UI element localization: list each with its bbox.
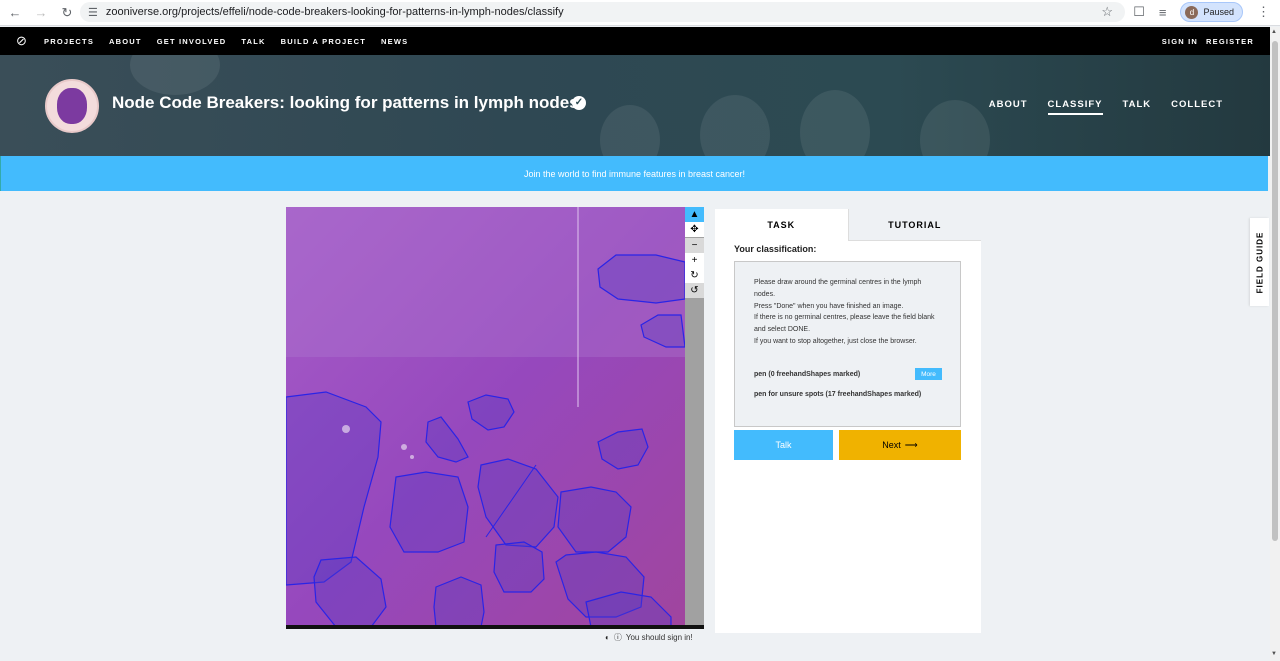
nav-about[interactable]: ABOUT <box>109 37 142 46</box>
task-panel: TASK TUTORIAL Your classification: Pleas… <box>715 209 981 633</box>
site-info-icon[interactable]: ☰ <box>88 6 98 19</box>
move-icon[interactable]: ✥ <box>685 222 704 237</box>
next-label: Next <box>882 440 901 450</box>
profile-avatar: d <box>1185 5 1199 19</box>
project-nav-talk[interactable]: TALK <box>1123 99 1152 115</box>
header-decoration <box>700 95 770 156</box>
header-decoration <box>920 100 990 156</box>
instruction-line: If there is no germinal centres, please … <box>754 314 935 334</box>
header-decoration <box>600 105 660 156</box>
viewer-footer-bar <box>286 625 704 629</box>
project-nav-about[interactable]: ABOUT <box>989 99 1028 115</box>
field-guide-label: FIELD GUIDE <box>1255 231 1265 293</box>
task-tabs: TASK TUTORIAL <box>715 209 981 241</box>
browser-menu-icon[interactable]: ⋮ <box>1257 4 1270 20</box>
subject-image[interactable] <box>286 207 685 627</box>
scroll-down-icon[interactable]: ▼ <box>1271 651 1277 657</box>
reset-icon[interactable]: ↺ <box>685 283 704 298</box>
more-button[interactable]: More <box>915 368 942 380</box>
scrollbar-thumb[interactable] <box>1272 41 1278 541</box>
signin-warning[interactable]: You should sign in! <box>626 633 693 642</box>
rotate-icon[interactable]: ↻ <box>685 268 704 283</box>
tab-tutorial[interactable]: TUTORIAL <box>847 209 981 241</box>
instruction-line: If you want to stop altogether, just clo… <box>754 337 917 345</box>
project-avatar[interactable] <box>45 79 99 133</box>
project-nav-collect[interactable]: COLLECT <box>1171 99 1223 115</box>
verified-badge-icon: ✓ <box>572 96 586 110</box>
tissue-image-with-markings <box>286 207 685 627</box>
viewer-toolbar: ▲ ✥ − + ↻ ↺ <box>685 207 704 629</box>
project-title[interactable]: Node Code Breakers: looking for patterns… <box>112 93 579 113</box>
page-scrollbar[interactable]: ▲ ▼ <box>1270 27 1280 661</box>
forward-icon[interactable]: → <box>28 2 54 24</box>
zooniverse-logo-icon[interactable]: ⊘ <box>16 34 30 48</box>
browser-toolbar: ← → ↻ ☰ zooniverse.org/projects/effeli/n… <box>0 0 1280 26</box>
tool-pen-unsure[interactable]: pen for unsure spots (17 freehandShapes … <box>754 389 924 400</box>
register-link[interactable]: REGISTER <box>1206 37 1254 46</box>
reload-icon[interactable]: ↻ <box>54 2 80 24</box>
arrow-right-icon: ⟶ <box>904 439 918 450</box>
tab-task[interactable]: TASK <box>715 209 848 241</box>
tool-pen[interactable]: pen (0 freehandShapes marked) <box>754 369 860 380</box>
nav-talk[interactable]: TALK <box>241 37 265 46</box>
nav-projects[interactable]: PROJECTS <box>44 37 94 46</box>
nav-news[interactable]: NEWS <box>381 37 408 46</box>
extensions-icon[interactable]: ☐ <box>1133 4 1145 20</box>
zoom-out-icon[interactable]: − <box>685 238 704 253</box>
task-instructions-box: Please draw around the germinal centres … <box>734 261 961 427</box>
signin-note: ◐ ⓘ You should sign in! <box>605 632 693 643</box>
talk-button[interactable]: Talk <box>734 430 833 460</box>
nav-build-project[interactable]: BUILD A PROJECT <box>281 37 366 46</box>
scroll-up-icon[interactable]: ▲ <box>1271 29 1277 35</box>
project-nav-classify[interactable]: CLASSIFY <box>1047 99 1103 115</box>
profile-button[interactable]: d Paused <box>1180 2 1243 22</box>
header-decoration <box>130 55 220 95</box>
address-bar[interactable]: ☰ zooniverse.org/projects/effeli/node-co… <box>80 2 1125 22</box>
site-nav-bar: ⊘ PROJECTS ABOUT GET INVOLVED TALK BUILD… <box>0 27 1270 55</box>
media-icon[interactable]: ≡ <box>1159 5 1167 20</box>
contrast-icon[interactable]: ◐ <box>605 633 610 642</box>
back-icon[interactable]: ← <box>2 2 28 24</box>
nav-get-involved[interactable]: GET INVOLVED <box>157 37 227 46</box>
zoom-in-icon[interactable]: + <box>685 253 704 268</box>
instruction-line: Press "Done" when you have finished an i… <box>754 302 904 310</box>
sign-in-link[interactable]: SIGN IN <box>1162 37 1198 46</box>
info-icon[interactable]: ⓘ <box>614 632 622 643</box>
announcement-banner: Join the world to find immune features i… <box>0 156 1268 191</box>
site-nav: PROJECTS ABOUT GET INVOLVED TALK BUILD A… <box>44 37 408 46</box>
classification-label: Your classification: <box>734 244 817 254</box>
profile-status: Paused <box>1203 7 1234 17</box>
header-decoration <box>800 90 870 156</box>
next-button[interactable]: Next ⟶ <box>839 430 961 460</box>
project-nav: ABOUT CLASSIFY TALK COLLECT <box>989 99 1223 115</box>
pointer-icon[interactable]: ▲ <box>685 207 704 222</box>
field-guide-tab[interactable]: FIELD GUIDE <box>1250 218 1269 306</box>
project-header: Node Code Breakers: looking for patterns… <box>0 55 1270 156</box>
bookmark-star-icon[interactable]: ☆ <box>1101 4 1113 20</box>
instruction-line: Please draw around the germinal centres … <box>754 279 922 298</box>
url-text: zooniverse.org/projects/effeli/node-code… <box>105 6 564 18</box>
